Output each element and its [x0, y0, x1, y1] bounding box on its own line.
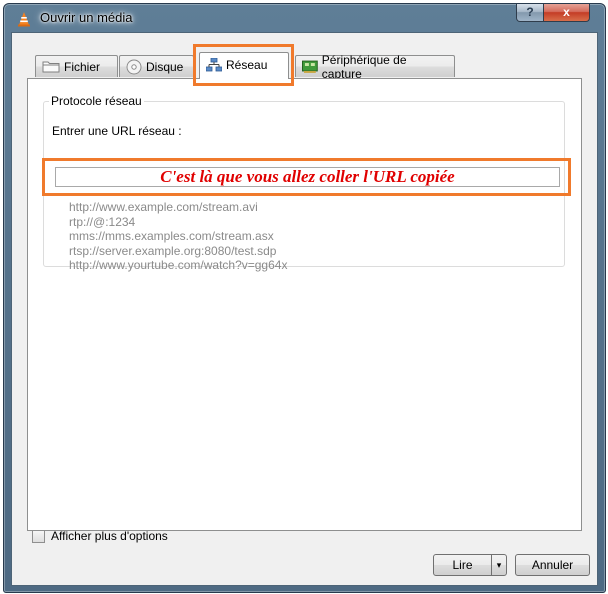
url-example: rtp://@:1234 [69, 214, 136, 229]
url-example: rtsp://server.example.org:8080/test.sdp [69, 243, 277, 258]
url-examples: http://www.example.com/stream.avi rtp://… [69, 200, 287, 273]
dialog-body: Fichier Disque Réseau Périphérique de ca… [11, 32, 598, 586]
url-label: Entrer une URL réseau : [52, 124, 182, 138]
play-button-label: Lire [452, 558, 473, 572]
tab-fichier[interactable]: Fichier [35, 55, 118, 77]
disc-icon [126, 59, 142, 74]
folder-icon [42, 61, 60, 73]
vlc-cone-icon [18, 12, 30, 27]
title-bar[interactable]: Ouvrir un média ? x [4, 4, 605, 32]
tab-bar: Fichier Disque Réseau Périphérique de ca… [12, 33, 597, 81]
capture-card-icon [302, 60, 318, 73]
tab-peripherique-capture[interactable]: Périphérique de capture [295, 53, 455, 81]
help-button[interactable]: ? [516, 4, 544, 22]
url-example: http://www.example.com/stream.avi [69, 200, 258, 214]
dialog-window: Ouvrir un média ? x Fichier Disque Résea… [3, 3, 606, 593]
more-options-label: Afficher plus d'options [51, 529, 168, 543]
url-example: http://www.yourtube.com/watch?v=gg64x [69, 258, 288, 272]
tab-reseau[interactable]: Réseau [199, 52, 289, 79]
url-example: mms://mms.examples.com/stream.asx [69, 229, 274, 243]
chevron-down-icon: ▾ [496, 559, 502, 570]
cancel-button-label: Annuler [531, 558, 574, 572]
play-dropdown-button[interactable]: ▾ [491, 554, 507, 576]
more-options-checkbox[interactable] [32, 529, 45, 543]
window-title: Ouvrir un média [40, 10, 133, 25]
network-panel: Protocole réseau Entrer une URL réseau :… [27, 78, 582, 531]
tab-label: Disque [146, 59, 184, 74]
network-icon [206, 58, 222, 72]
cancel-button[interactable]: Annuler [515, 554, 590, 576]
tab-label: Fichier [64, 59, 101, 74]
play-button[interactable]: Lire [433, 554, 492, 576]
more-options-toggle[interactable]: Afficher plus d'options [32, 529, 168, 543]
network-url-input[interactable]: C'est là que vous allez coller l'URL cop… [55, 167, 560, 187]
group-title: Protocole réseau [49, 94, 144, 108]
close-button[interactable]: x [543, 4, 590, 22]
tab-disque[interactable]: Disque [119, 55, 194, 77]
tab-label: Périphérique de capture [321, 52, 407, 81]
tab-label: Réseau [226, 58, 268, 72]
url-highlight-annotation: C'est là que vous allez coller l'URL cop… [42, 158, 571, 196]
